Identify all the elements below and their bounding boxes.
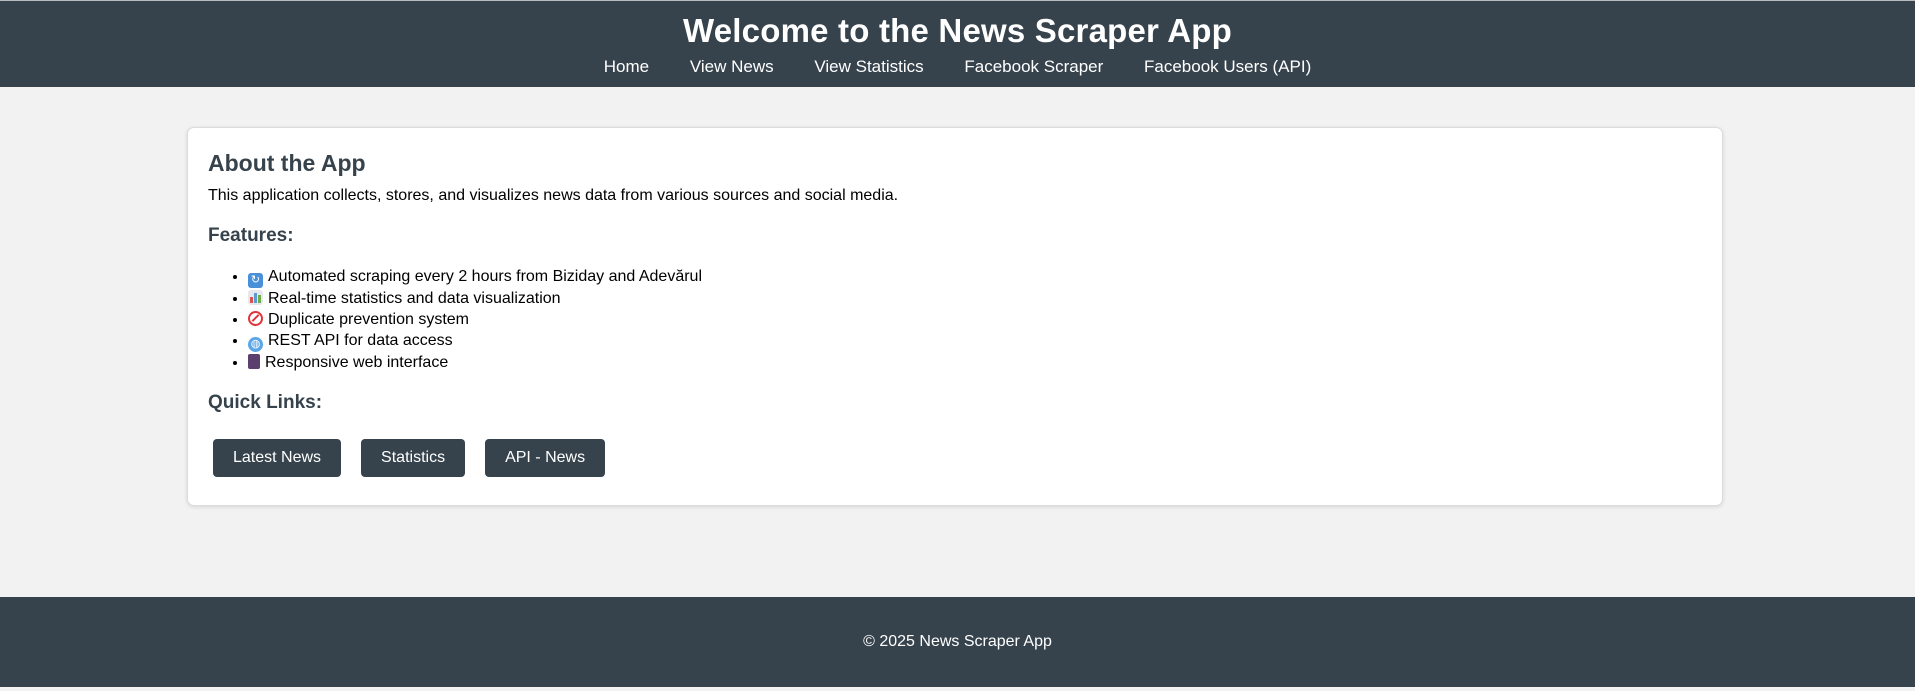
feature-text: Responsive web interface	[265, 354, 449, 371]
window-bottom-edge	[0, 687, 1915, 691]
about-card: About the App This application collects,…	[187, 127, 1723, 506]
nav-link-facebook-scraper[interactable]: Facebook Scraper	[964, 57, 1103, 76]
site-header: Welcome to the News Scraper App Home Vie…	[0, 1, 1915, 87]
about-heading: About the App	[208, 150, 366, 176]
feature-text: Duplicate prevention system	[268, 311, 469, 328]
api-news-button[interactable]: API - News	[485, 439, 606, 477]
bar-chart-emoji-icon	[248, 290, 263, 305]
about-description: This application collects, stores, and v…	[208, 187, 899, 204]
nav-link-home[interactable]: Home	[604, 57, 649, 76]
nav-link-view-statistics[interactable]: View Statistics	[814, 57, 923, 76]
feature-item: Real-time statistics and data visualizat…	[248, 288, 1702, 309]
nav-link-facebook-users-api[interactable]: Facebook Users (API)	[1144, 57, 1311, 76]
no-entry-emoji-icon	[248, 311, 263, 326]
features-list: ↻ Automated scraping every 2 hours from B…	[208, 266, 1702, 373]
page-title: Welcome to the News Scraper App	[682, 12, 1232, 49]
quick-links-group: Latest News Statistics API - News	[213, 439, 1702, 477]
refresh-emoji-icon: ↻	[248, 273, 263, 288]
feature-item: Duplicate prevention system	[248, 309, 1702, 330]
latest-news-button[interactable]: Latest News	[213, 439, 342, 477]
feature-item: ◍ REST API for data access	[248, 330, 1702, 352]
feature-item: Responsive web interface	[248, 352, 1702, 373]
footer-copyright: © 2025 News Scraper App	[863, 633, 1052, 650]
features-heading: Features:	[208, 225, 294, 246]
site-footer: © 2025 News Scraper App	[0, 597, 1915, 687]
feature-text: Real-time statistics and data visualizat…	[268, 290, 561, 307]
feature-item: ↻ Automated scraping every 2 hours from B…	[248, 266, 1702, 288]
feature-text: Automated scraping every 2 hours from Bi…	[268, 268, 703, 285]
statistics-button[interactable]: Statistics	[361, 439, 466, 477]
globe-emoji-icon: ◍	[248, 337, 263, 352]
quick-links-heading: Quick Links:	[208, 392, 323, 413]
mobile-phone-emoji-icon	[248, 354, 260, 369]
feature-text: REST API for data access	[268, 332, 453, 349]
nav-link-view-news[interactable]: View News	[690, 57, 774, 76]
main-nav: Home View News View Statistics Facebook …	[0, 57, 1915, 77]
